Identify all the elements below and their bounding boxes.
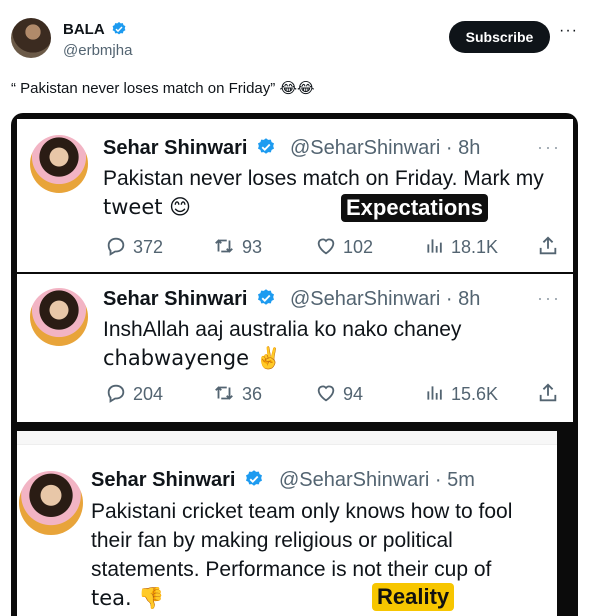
share-icon	[539, 236, 557, 255]
views-count: 18.1K	[451, 237, 499, 257]
retweet-icon	[215, 386, 233, 400]
embedded-handle: @SeharShinwari · 5m	[279, 469, 475, 491]
share-stat	[537, 235, 565, 258]
embedded-image[interactable]: Sehar Shinwari @SeharShinwari · 8h ··· P…	[11, 113, 578, 616]
verified-badge-icon	[258, 289, 275, 305]
reply-icon	[107, 237, 125, 256]
embedded-text-line: Pakistani cricket team only knows how to…	[91, 500, 513, 523]
embedded-name: Sehar Shinwari	[91, 469, 236, 491]
more-icon: ···	[537, 288, 561, 308]
author-name-row[interactable]: BALA	[63, 21, 127, 38]
like-stat: 102	[315, 235, 373, 258]
embedded-text-line: tea. 👎	[91, 586, 165, 610]
retweet-count: 36	[242, 384, 263, 404]
like-count: 102	[343, 237, 374, 257]
embedded-handle: @SeharShinwari · 8h	[290, 288, 481, 310]
more-icon: ···	[537, 137, 561, 157]
views-stat: 18.1K	[425, 235, 498, 258]
like-icon	[317, 385, 335, 402]
embedded-text-line: Pakistan never loses match on Friday. Ma…	[103, 167, 544, 190]
retweet-icon	[215, 239, 233, 253]
embedded-text-line: chabwayenge ✌️	[103, 346, 282, 370]
reality-label: Reality	[372, 583, 455, 611]
more-icon[interactable]: ···	[559, 22, 578, 40]
subscribe-button[interactable]: Subscribe	[449, 21, 550, 53]
embedded-text-line: statements. Performance is not their cup…	[91, 558, 492, 581]
share-stat	[537, 382, 565, 405]
views-icon	[427, 386, 442, 400]
like-icon	[317, 238, 335, 255]
views-icon	[427, 239, 442, 253]
embedded-text-line: InshAllah aaj australia ko nako chaney	[103, 318, 462, 341]
verified-badge-icon	[258, 138, 275, 154]
author-avatar[interactable]	[11, 18, 51, 58]
retweet-count: 93	[242, 237, 263, 257]
like-stat: 94	[315, 382, 363, 405]
author-handle[interactable]: @erbmjha	[63, 42, 132, 59]
embedded-name-row: Sehar Shinwari	[103, 288, 276, 311]
share-icon	[539, 383, 557, 402]
embedded-name-row: Sehar Shinwari	[91, 469, 264, 492]
post-header: BALA @erbmjha Subscribe ···	[0, 0, 595, 70]
reply-stat: 204	[105, 382, 163, 405]
cropped-action-strip	[17, 431, 557, 445]
embedded-tweet-expectations: Sehar Shinwari @SeharShinwari · 8h ··· P…	[17, 119, 573, 272]
post-text: “ Pakistan never loses match on Friday” …	[11, 80, 315, 97]
embedded-tweet-reality: Sehar Shinwari @SeharShinwari · 5m Pakis…	[17, 431, 557, 616]
reply-count: 372	[133, 237, 164, 257]
verified-badge-icon	[246, 470, 263, 486]
embedded-name: Sehar Shinwari	[103, 137, 248, 159]
embedded-text-line: their fan by making religious or politic…	[91, 529, 453, 552]
reply-count: 204	[133, 384, 164, 404]
expectations-label: Expectations	[341, 194, 488, 222]
retweet-stat: 36	[212, 382, 262, 405]
embedded-name-row: Sehar Shinwari	[103, 137, 276, 160]
embedded-avatar	[19, 471, 83, 535]
verified-badge-icon	[112, 22, 126, 35]
embedded-avatar	[30, 135, 88, 193]
like-count: 94	[343, 384, 364, 404]
reply-stat: 372	[105, 235, 163, 258]
views-stat: 15.6K	[425, 382, 498, 405]
embedded-text-line: tweet 😊	[103, 195, 192, 219]
views-count: 15.6K	[451, 384, 499, 404]
embedded-tweet-second: Sehar Shinwari @SeharShinwari · 8h ··· I…	[17, 274, 573, 422]
retweet-stat: 93	[212, 235, 262, 258]
embedded-name: Sehar Shinwari	[103, 288, 248, 310]
embedded-avatar	[30, 288, 88, 346]
author-name[interactable]: BALA	[63, 21, 104, 38]
reply-icon	[107, 384, 125, 403]
embedded-handle: @SeharShinwari · 8h	[290, 137, 481, 159]
